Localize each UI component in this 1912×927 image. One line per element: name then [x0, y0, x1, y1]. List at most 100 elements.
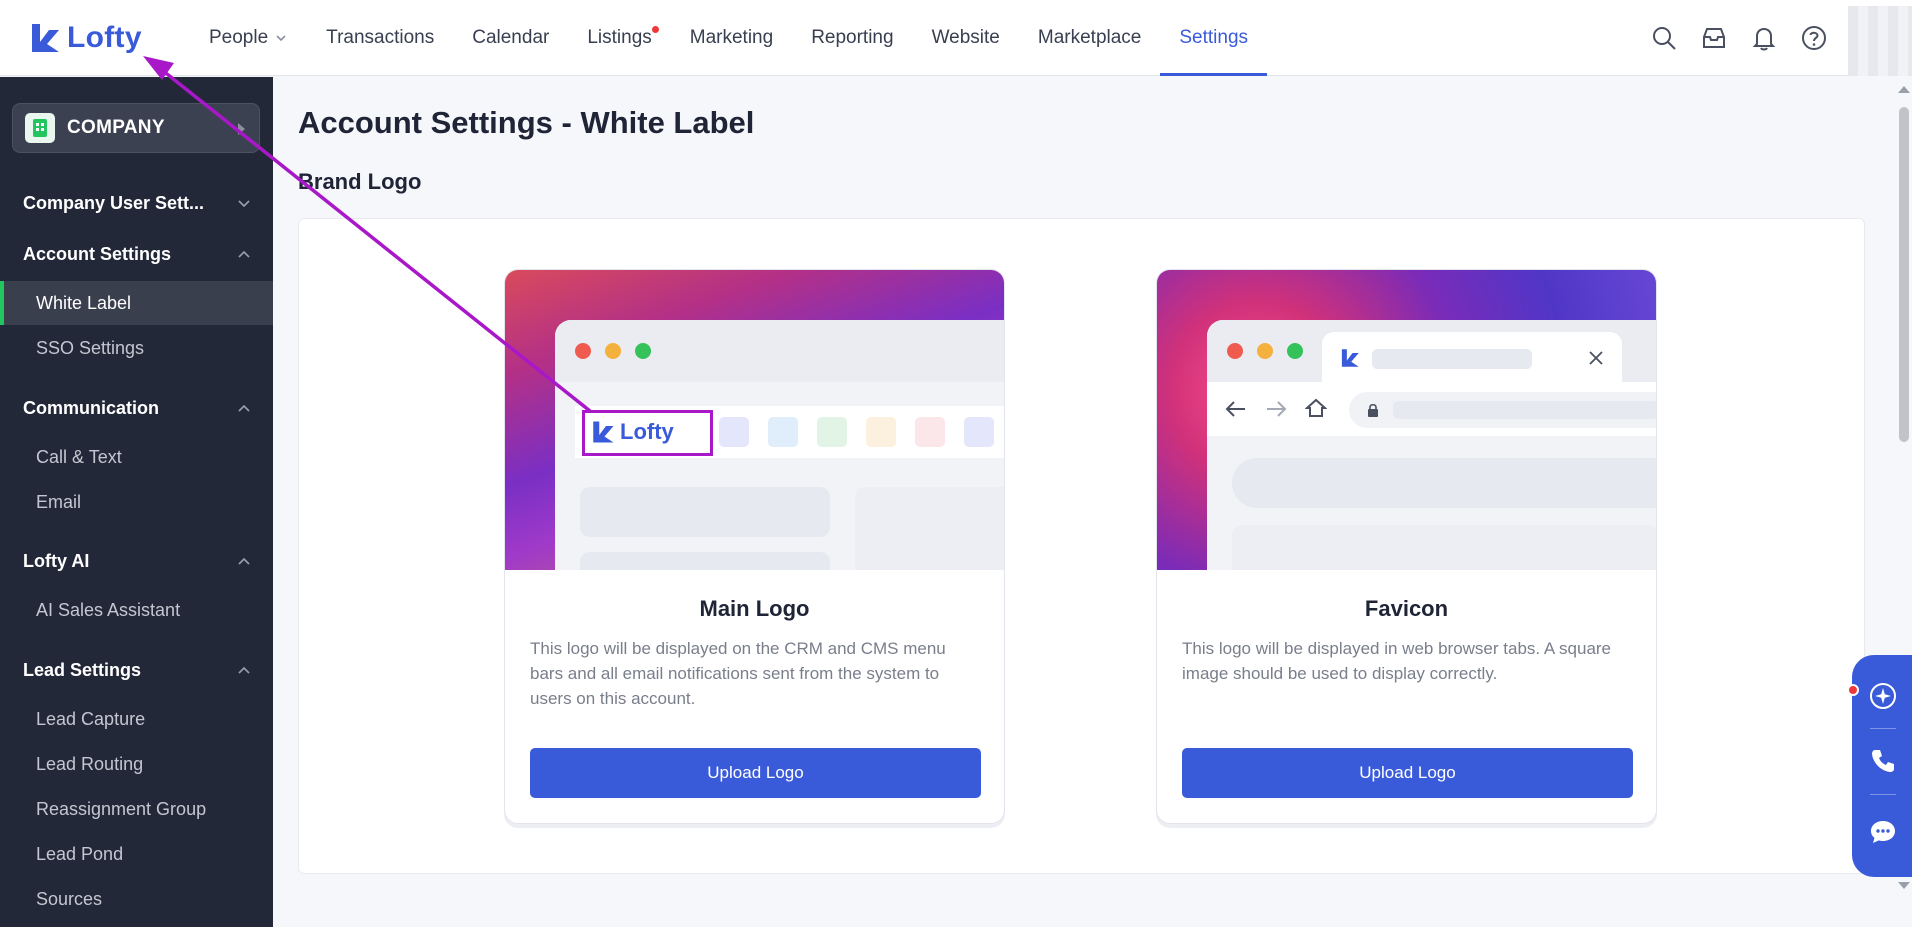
sidebar-item-label: Lead Capture [36, 708, 146, 729]
sidebar-item-label: Email [36, 491, 82, 512]
sidebar-item-call-text[interactable]: Call & Text [0, 435, 273, 479]
preview-browser-window [1207, 320, 1656, 570]
sidebar-item-label: Call & Text [36, 446, 122, 467]
favicon-preview [1157, 270, 1656, 570]
preview-tab-title-skeleton [1372, 349, 1532, 369]
sidebar-group-account-settings[interactable]: Account Settings [0, 234, 273, 274]
main-logo-card: Lofty Main Logo This logo will be displa… [504, 269, 1005, 824]
nav-transactions-label: Transactions [326, 27, 435, 48]
close-icon [1589, 351, 1603, 365]
top-navigation-bar: Lofty People Transactions Calendar Listi… [0, 0, 1912, 76]
scrollbar-thumb[interactable] [1899, 107, 1909, 442]
sidebar-item-label: AI Sales Assistant [36, 599, 181, 620]
scroll-down-arrow[interactable] [1898, 882, 1910, 889]
company-switcher[interactable]: COMPANY [12, 103, 260, 153]
nav-marketing[interactable]: Marketing [671, 0, 792, 76]
sidebar-group-lead-settings[interactable]: Lead Settings [0, 650, 273, 690]
sidebar-item-sso-settings[interactable]: SSO Settings [0, 326, 273, 370]
nav-marketplace[interactable]: Marketplace [1019, 0, 1161, 76]
ai-assistant-icon[interactable] [1866, 679, 1900, 713]
phone-icon[interactable] [1866, 744, 1900, 778]
card-description: This logo will be displayed in web brows… [1182, 639, 1612, 683]
chevron-up-icon [238, 250, 250, 258]
nav-calendar[interactable]: Calendar [453, 0, 568, 76]
sidebar-item-label: Sources [36, 888, 103, 909]
company-label: COMPANY [67, 117, 165, 138]
notification-dot [1847, 684, 1859, 696]
nav-settings-label: Settings [1179, 27, 1249, 48]
sidebar-item-lead-routing[interactable]: Lead Routing [0, 742, 273, 786]
inbox-icon[interactable] [1700, 20, 1728, 56]
nav-listings-label: Listings [587, 27, 652, 48]
preview-skeleton-block [855, 487, 1004, 570]
sidebar-group-lofty-ai[interactable]: Lofty AI [0, 541, 273, 581]
page-title: Account Settings - White Label [298, 105, 755, 140]
bell-icon[interactable] [1750, 20, 1778, 56]
main-nav: People Transactions Calendar Listings Ma… [190, 0, 1267, 76]
sidebar-item-reassignment-group[interactable]: Reassignment Group [0, 787, 273, 831]
main-logo-preview: Lofty [505, 270, 1004, 570]
chat-icon[interactable] [1866, 815, 1900, 849]
brand-logo[interactable]: Lofty [29, 20, 142, 56]
avatar[interactable] [1848, 6, 1912, 76]
window-minimize-dot [1257, 343, 1273, 359]
preview-menu-tile [719, 417, 749, 447]
nav-marketing-label: Marketing [689, 27, 774, 48]
sidebar-group-company-user-settings[interactable]: Company User Sett... [0, 183, 273, 223]
sidebar-group-label: Company User Sett... [23, 192, 205, 213]
top-icon-group [1650, 20, 1828, 56]
card-title: Favicon [1364, 596, 1449, 621]
card-title: Main Logo [699, 596, 810, 621]
chevron-down-icon [238, 200, 250, 208]
sidebar-item-sources[interactable]: Sources [0, 877, 273, 921]
brand-logo-panel: Lofty Main Logo This logo will be displa… [298, 218, 1865, 874]
sidebar-group-communication[interactable]: Communication [0, 388, 273, 428]
notification-dot [651, 26, 659, 33]
preview-menu-tile [915, 417, 945, 447]
window-maximize-dot [635, 343, 651, 359]
nav-website[interactable]: Website [913, 0, 1019, 76]
nav-transactions[interactable]: Transactions [307, 0, 453, 76]
upload-main-logo-button[interactable]: Upload Logo [530, 748, 981, 798]
arrow-left-icon [1225, 401, 1245, 417]
sidebar-item-ai-sales-assistant[interactable]: AI Sales Assistant [0, 588, 273, 632]
preview-url-field [1349, 392, 1656, 428]
sidebar-item-white-label[interactable]: White Label [0, 281, 273, 325]
window-minimize-dot [605, 343, 621, 359]
favicon-icon [1341, 349, 1359, 367]
nav-people[interactable]: People [190, 0, 307, 76]
sidebar-group-label: Account Settings [23, 243, 172, 264]
sidebar-group-label: Lofty AI [23, 550, 90, 571]
sidebar-item-lead-capture[interactable]: Lead Capture [0, 697, 273, 741]
upload-favicon-button[interactable]: Upload Logo [1182, 748, 1633, 798]
preview-menu-tile [964, 417, 994, 447]
window-close-dot [575, 343, 591, 359]
preview-menu-tile [768, 417, 798, 447]
lock-icon [1368, 403, 1378, 417]
window-close-dot [1227, 343, 1243, 359]
nav-listings[interactable]: Listings [568, 0, 670, 76]
sidebar-group-label: Lead Settings [23, 659, 142, 680]
sidebar-item-label: Reassignment Group [36, 798, 207, 819]
lofty-logo-icon [32, 24, 59, 52]
search-icon[interactable] [1650, 20, 1678, 56]
sidebar-item-lead-pond[interactable]: Lead Pond [0, 832, 273, 876]
divider [1870, 728, 1896, 729]
nav-reporting[interactable]: Reporting [792, 0, 912, 76]
brand-name: Lofty [67, 21, 142, 54]
section-title: Brand Logo [298, 169, 422, 194]
sidebar-item-email[interactable]: Email [0, 480, 273, 524]
nav-marketplace-label: Marketplace [1037, 27, 1142, 48]
window-title-bar [555, 320, 1004, 382]
sidebar-item-label: White Label [36, 292, 132, 313]
chevron-up-icon [238, 404, 250, 412]
sidebar-group-label: Communication [23, 397, 160, 418]
help-icon[interactable] [1800, 20, 1828, 56]
nav-settings[interactable]: Settings [1160, 0, 1267, 76]
nav-calendar-label: Calendar [472, 27, 550, 48]
chevron-up-icon [238, 557, 250, 565]
sidebar-item-label: SSO Settings [36, 337, 145, 358]
scroll-up-arrow[interactable] [1898, 86, 1910, 93]
annotation-highlight-box [582, 410, 713, 456]
nav-reporting-label: Reporting [811, 27, 894, 48]
